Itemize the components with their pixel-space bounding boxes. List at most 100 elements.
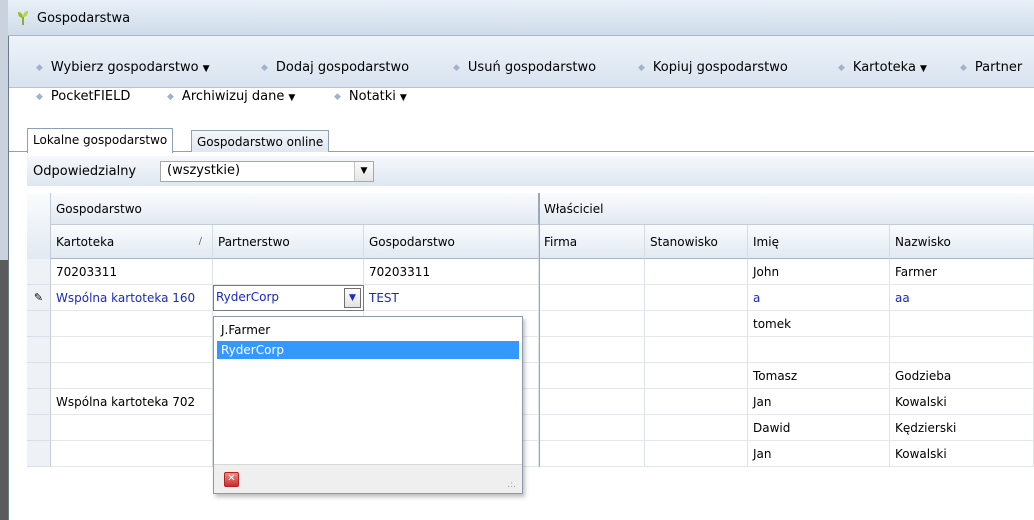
col-file-header[interactable]: Kartoteka / [51,225,213,259]
col-company-cell[interactable] [539,259,645,285]
row-selector[interactable] [27,259,51,285]
bullet-icon: ◆ [334,92,341,102]
toolbar-row1-item-2[interactable]: ◆ Usuń gospodarstwo [453,58,596,78]
toolbar-item-label: Kartoteka [852,60,916,75]
col-farm-cell[interactable]: 70203311 [364,259,539,285]
col-position-header[interactable]: Stanowisko [645,225,748,259]
toolbar-row1-item-0[interactable]: ◆ Wybierz gospodarstwo ▼ [36,58,210,78]
tab-online-farm[interactable]: Gospodarstwo online [191,130,330,152]
col-file-cell[interactable] [51,311,213,337]
toolbar-item-label: Usuń gospodarstwo [467,60,597,75]
tab-local-farm[interactable]: Lokalne gospodarstwo [27,128,174,153]
window-title: Gospodarstwa [37,11,131,26]
toolbar-row2-item-0[interactable]: ◆ PocketFIELD [36,87,130,107]
toolbar-row1-item-4[interactable]: ◆ Kartoteka ▼ [838,58,927,78]
col-company-header[interactable]: Firma [539,225,645,259]
chevron-down-icon[interactable]: ▼ [344,288,361,308]
col-last-name-cell[interactable] [890,311,1034,337]
col-last-name-cell[interactable]: aa [890,285,1034,311]
partner-option[interactable]: RyderCorp [217,341,519,359]
row-selector[interactable] [27,363,51,389]
chevron-down-icon: ▼ [202,64,210,74]
col-position-cell[interactable] [645,441,748,467]
farms-grid: Gospodarstwo Właściciel Kartoteka / Partne… [27,193,1034,480]
toolbar-item-label: Partner [974,60,1023,75]
edit-pencil-icon[interactable]: ✎ [27,285,51,311]
col-farm-header[interactable]: Gospodarstwo [364,225,539,259]
chevron-down-icon[interactable]: ▼ [354,162,373,181]
toolbar-row1-item-5[interactable]: ◆ Partner [960,58,1022,78]
chevron-down-icon: ▼ [919,64,927,74]
partner-dropdown-list[interactable]: ✕ .:. J.Farmer RyderCorp [213,316,523,494]
col-company-cell[interactable] [539,337,645,363]
row-selector[interactable] [27,415,51,441]
row-selector[interactable] [27,311,51,337]
col-farm-cell[interactable]: TEST [364,285,539,311]
row-selector-header [27,193,51,259]
col-last-name-cell[interactable]: Farmer [890,259,1034,285]
partnership-combo[interactable]: RyderCorp ▼ [213,285,364,311]
col-file-cell[interactable] [51,415,213,441]
col-position-cell[interactable] [645,337,748,363]
sprout-icon [18,11,28,25]
col-position-cell[interactable] [645,259,748,285]
col-position-cell[interactable] [645,363,748,389]
toolbar-item-label: Archiwizuj dane [181,89,285,104]
col-last-name-cell[interactable]: Kowalski [890,441,1034,467]
col-company-cell[interactable] [539,389,645,415]
col-company-cell[interactable] [539,285,645,311]
row-selector[interactable] [27,337,51,363]
col-first-name-header[interactable]: Imię [748,225,890,259]
resize-grip-icon[interactable]: .:. [507,480,516,490]
col-position-cell[interactable] [645,415,748,441]
col-company-cell[interactable] [539,415,645,441]
row-selector[interactable] [27,441,51,467]
close-icon[interactable]: ✕ [224,472,239,487]
chevron-down-icon: ▼ [399,93,407,103]
col-file-cell[interactable] [51,441,213,467]
bullet-icon: ◆ [960,63,967,73]
col-last-name-header[interactable]: Nazwisko [890,225,1034,259]
col-position-cell[interactable] [645,389,748,415]
col-first-name-cell[interactable]: Jan [748,441,890,467]
dropdown-footer: ✕ .:. [214,464,522,493]
partner-option[interactable]: J.Farmer [217,321,519,339]
col-file-cell[interactable]: Wspólna kartoteka 702 [51,389,213,415]
col-first-name-cell[interactable]: Dawid [748,415,890,441]
band-header-owner: Właściciel [539,193,1034,225]
bullet-icon: ◆ [167,92,174,102]
col-position-cell[interactable] [645,285,748,311]
toolbar-item-label: Wybierz gospodarstwo [50,60,199,75]
col-file-cell[interactable] [51,337,213,363]
responsible-select[interactable]: (wszystkie) ▼ [160,161,374,182]
row-selector[interactable] [27,389,51,415]
chevron-down-icon: ▼ [288,93,296,103]
col-last-name-cell[interactable]: Kędzierski [890,415,1034,441]
col-file-cell[interactable]: 70203311 [51,259,213,285]
col-partnership-header[interactable]: Partnerstwo [213,225,364,259]
col-position-cell[interactable] [645,311,748,337]
col-last-name-cell[interactable]: Godzieba [890,363,1034,389]
bullet-icon: ◆ [838,63,845,73]
col-company-cell[interactable] [539,363,645,389]
col-first-name-cell[interactable]: Jan [748,389,890,415]
col-partnership-cell[interactable] [213,259,364,285]
toolbar-row1-item-1[interactable]: ◆ Dodaj gospodarstwo [261,58,409,78]
col-first-name-cell[interactable]: Tomasz [748,363,890,389]
bullet-icon: ◆ [453,63,460,73]
col-last-name-cell[interactable] [890,337,1034,363]
col-company-cell[interactable] [539,311,645,337]
toolbar-row1-item-3[interactable]: ◆ Kopiuj gospodarstwo [638,58,788,78]
col-file-cell[interactable] [51,363,213,389]
toolbar-row2-item-2[interactable]: ◆ Notatki ▼ [334,87,407,107]
col-first-name-cell[interactable]: tomek [748,311,890,337]
toolbar-row2-item-1[interactable]: ◆ Archiwizuj dane ▼ [167,87,295,107]
col-file-cell[interactable]: Wspólna kartoteka 160 [51,285,213,311]
col-last-name-cell[interactable]: Kowalski [890,389,1034,415]
col-first-name-cell[interactable] [748,337,890,363]
toolbar-item-label: Kopiuj gospodarstwo [652,60,788,75]
col-company-cell[interactable] [539,441,645,467]
toolbar-item-label: PocketFIELD [50,89,131,104]
col-first-name-cell[interactable]: John [748,259,890,285]
col-first-name-cell[interactable]: a [748,285,890,311]
